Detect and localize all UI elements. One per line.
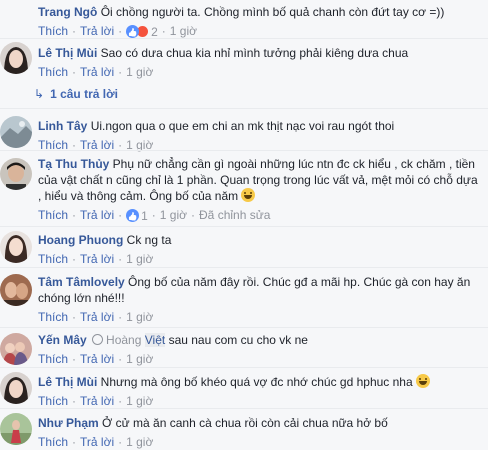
divider [0,150,488,151]
like-link[interactable]: Thích [38,24,68,38]
comment-content: Lê Thị Mùi Nhưng mà ông bố khéo quá vợ đ… [38,374,480,409]
commenter-name[interactable]: Như Phạm [38,416,99,430]
like-link[interactable]: Thích [38,394,68,408]
comment-time[interactable]: 1 giờ [170,24,197,38]
tagged-name-highlight[interactable]: Việt [144,333,166,347]
comment-actions: Thích · Trả lời · 1 giờ [38,435,154,449]
reply-link[interactable]: Trả lời [80,310,114,324]
reply-arrow-icon: ↳ [34,87,45,101]
reply-link[interactable]: Trả lời [80,352,114,366]
avatar[interactable] [0,158,32,190]
commenter-name[interactable]: Tạ Thu Thủy [38,157,109,171]
comment-time[interactable]: 1 giờ [126,352,153,366]
avatar[interactable] [0,116,32,148]
comment-text: Ở cử mà ăn canh cà chua rồi còn cải chua… [102,416,388,430]
like-link[interactable]: Thích [38,310,68,324]
tagged-name[interactable]: Hoàng [106,333,141,347]
comment-time[interactable]: 1 giờ [126,65,153,79]
grin-emoji-icon [415,374,430,388]
avatar[interactable] [0,42,32,74]
comment-content: Hoang Phuong Ck ng ta Thích · Trả lời · 1 gi… [38,232,480,267]
reaction-summary[interactable]: 1 [126,208,148,224]
divider [0,267,488,268]
reply-link[interactable]: Trả lời [80,24,114,38]
like-link[interactable]: Thích [38,252,68,266]
grin-emoji-icon [241,188,256,202]
reply-link[interactable]: Trả lời [80,435,114,449]
comment-actions: Thích · Trả lời · 1 giờ [38,394,154,408]
replies-count-label[interactable]: 1 câu trả lời [50,87,118,101]
comment-text: Nhưng mà ông bố khéo quá vợ đc nhớ chúc … [100,375,413,389]
comment-text: Ck ng ta [126,233,172,247]
comment-time[interactable]: 1 giờ [126,394,153,408]
comment-content: Như Phạm Ở cử mà ăn canh cà chua rồi còn… [38,415,480,450]
comment-time[interactable]: 1 giờ [126,435,153,449]
commenter-name[interactable]: Tâm Tâmlovely [38,275,125,289]
comment-content: Tạ Thu Thủy Phụ nữ chẳng cần gì ngoài nh… [38,156,480,224]
commenter-name[interactable]: Hoang Phuong [38,233,123,247]
like-link[interactable]: Thích [38,435,68,449]
like-link[interactable]: Thích [38,208,68,222]
comment-content: Tâm Tâmlovely Ông bố của năm đây rồi. Ch… [38,274,480,325]
view-replies-link[interactable]: ↳ 1 câu trả lời [34,87,118,101]
edited-label[interactable]: Đã chỉnh sửa [199,208,270,222]
comment-actions: Thích · Trả lời · 1 giờ [38,65,154,79]
comment-content: Trang Ngô Ôi chồng người ta. Chồng mình … [38,4,480,40]
avatar[interactable] [0,372,32,404]
avatar[interactable] [0,274,32,306]
like-link[interactable]: Thích [38,352,68,366]
commenter-name[interactable]: Lê Thị Mùi [38,375,97,389]
commenter-name[interactable]: Linh Tây [38,119,87,133]
comment-actions: Thích · Trả lời · 1 giờ [38,310,154,324]
divider [0,408,488,409]
comment-text: sau nau com cu cho vk ne [168,333,308,347]
reply-link[interactable]: Trả lời [80,208,114,222]
like-reaction-icon [126,208,140,222]
like-reaction-icon [126,24,140,38]
divider [0,367,488,368]
comment-actions: Thích · Trả lời · 1 giờ [38,252,154,266]
commenter-name[interactable]: Lê Thị Mùi [38,46,97,60]
divider [0,108,488,109]
comment-text: Ui.ngon qua o que em chi an mk thịt nạc … [90,119,395,133]
comment-actions: Thích·Trả lời·1·1 giờ·Đã chỉnh sửa [38,207,480,224]
reply-link[interactable]: Trả lời [80,252,114,266]
reaction-count: 2 [151,24,158,39]
comment-time[interactable]: 1 giờ [160,208,187,222]
divider [0,226,488,227]
reply-link[interactable]: Trả lời [80,394,114,408]
like-link[interactable]: Thích [38,65,68,79]
divider [0,38,488,39]
comment-actions: Thích · Trả lời · 1 giờ [38,352,154,366]
avatar[interactable] [0,333,32,365]
comment-content: Linh Tây Ui.ngon qua o que em chi an mk … [38,118,480,153]
tag-icon [92,334,104,345]
reply-link[interactable]: Trả lời [80,65,114,79]
divider [0,327,488,328]
comment-text: Ôi chồng người ta. Chồng mình bố quả cha… [100,5,445,19]
commenter-name[interactable]: Trang Ngô [38,5,97,19]
reaction-count: 1 [141,208,148,223]
avatar[interactable] [0,231,32,263]
commenter-name[interactable]: Yến Mây [38,333,87,347]
comment-time[interactable]: 1 giờ [126,252,153,266]
comment-content: Lê Thị Mùi Sao có dưa chua kia nhỉ mình … [38,45,480,80]
comment-text: Sao có dưa chua kia nhỉ mình tưởng phải … [100,46,409,60]
comment-time[interactable]: 1 giờ [126,310,153,324]
comment-content: Yến Mây Hoàng Việt sau nau com cu cho vk… [38,332,480,367]
avatar[interactable] [0,413,32,445]
